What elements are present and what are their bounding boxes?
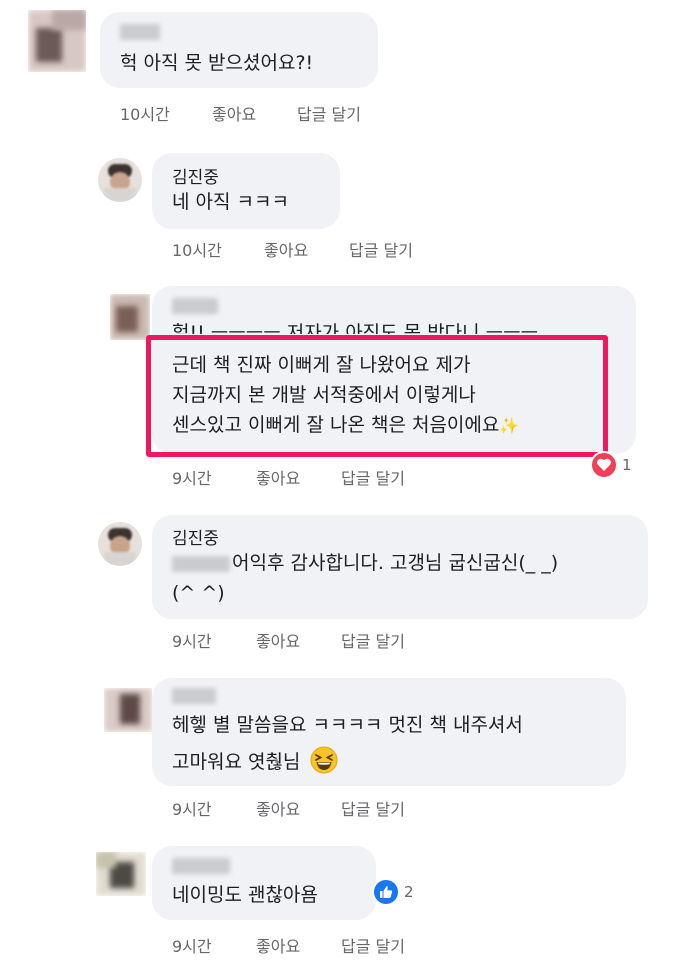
author-name-blurred[interactable] xyxy=(172,298,218,314)
like-link[interactable]: 좋아요 xyxy=(256,628,300,652)
reply-link[interactable]: 답글 달기 xyxy=(341,933,405,957)
comment-text: 어익후 감사합니다. 고갱님 굽신굽신(_ _) xyxy=(232,552,559,574)
avatar[interactable] xyxy=(28,10,86,72)
thumbs-up-icon xyxy=(372,878,400,906)
avatar[interactable] xyxy=(96,852,146,896)
avatar[interactable] xyxy=(110,294,150,340)
comment-text: 네이밍도 괜찮아욤 xyxy=(172,884,318,906)
reply-link[interactable]: 답글 달기 xyxy=(297,101,361,125)
timestamp[interactable]: 9시간 xyxy=(172,933,212,957)
mention-blurred[interactable] xyxy=(172,556,230,572)
avatar[interactable] xyxy=(98,522,142,566)
author-name[interactable]: 김진중 xyxy=(172,163,219,188)
comment-text: 네 아직 ㅋㅋㅋ xyxy=(172,191,289,213)
heart-icon xyxy=(590,451,618,479)
comment-text: 고마워요 엿춶님 xyxy=(172,746,338,777)
comment-actions: 10시간 좋아요 답글 달기 xyxy=(120,101,420,124)
reaction-badge[interactable]: 2 xyxy=(372,878,414,906)
reaction-count: 2 xyxy=(404,883,414,901)
timestamp[interactable]: 10시간 xyxy=(120,101,170,125)
comment-text-line: 고마워요 엿춶님 xyxy=(172,751,301,773)
timestamp[interactable]: 10시간 xyxy=(172,237,222,261)
reply-link[interactable]: 답글 달기 xyxy=(341,796,405,820)
like-link[interactable]: 좋아요 xyxy=(212,101,256,125)
timestamp[interactable]: 9시간 xyxy=(172,796,212,820)
author-name-blurred[interactable] xyxy=(172,858,230,874)
timestamp[interactable]: 9시간 xyxy=(172,628,212,652)
reply-link[interactable]: 답글 달기 xyxy=(341,465,405,489)
avatar[interactable] xyxy=(104,688,152,732)
timestamp[interactable]: 9시간 xyxy=(172,465,212,489)
author-name[interactable]: 김진중 xyxy=(172,524,219,549)
comment-actions: 9시간 좋아요 답글 달기 xyxy=(172,796,472,819)
comment-actions: 9시간 좋아요 답글 달기 xyxy=(172,933,472,956)
comment-actions: 9시간 좋아요 답글 달기 xyxy=(172,628,472,651)
comment-actions: 9시간 좋아요 답글 달기 xyxy=(172,465,472,488)
reaction-count: 1 xyxy=(622,456,632,474)
like-link[interactable]: 좋아요 xyxy=(256,796,300,820)
author-name-blurred[interactable] xyxy=(120,24,160,40)
comment-text: 헐!! ㅡㅡㅡㅡ 저자가 아직도 못 받다니 ㅡㅡㅡ xyxy=(172,322,539,334)
reaction-badge[interactable]: 1 xyxy=(590,451,632,479)
comment-text: 헤헿 별 말씀을요 ㅋㅋㅋㅋ 멋진 책 내주셔서 xyxy=(172,714,523,736)
grinning-squinting-face-icon xyxy=(310,746,338,774)
author-name-blurred[interactable] xyxy=(172,688,216,704)
avatar[interactable] xyxy=(98,158,142,202)
reply-link[interactable]: 답글 달기 xyxy=(341,628,405,652)
comment-text: (^ ^) xyxy=(172,582,225,604)
comment-actions: 10시간 좋아요 답글 달기 xyxy=(172,237,472,260)
highlight-box xyxy=(146,335,608,457)
like-link[interactable]: 좋아요 xyxy=(264,237,308,261)
reply-link[interactable]: 답글 달기 xyxy=(349,237,413,261)
like-link[interactable]: 좋아요 xyxy=(256,465,300,489)
comment-text: 헉 아직 못 받으셨어요?! xyxy=(120,52,314,74)
like-link[interactable]: 좋아요 xyxy=(256,933,300,957)
